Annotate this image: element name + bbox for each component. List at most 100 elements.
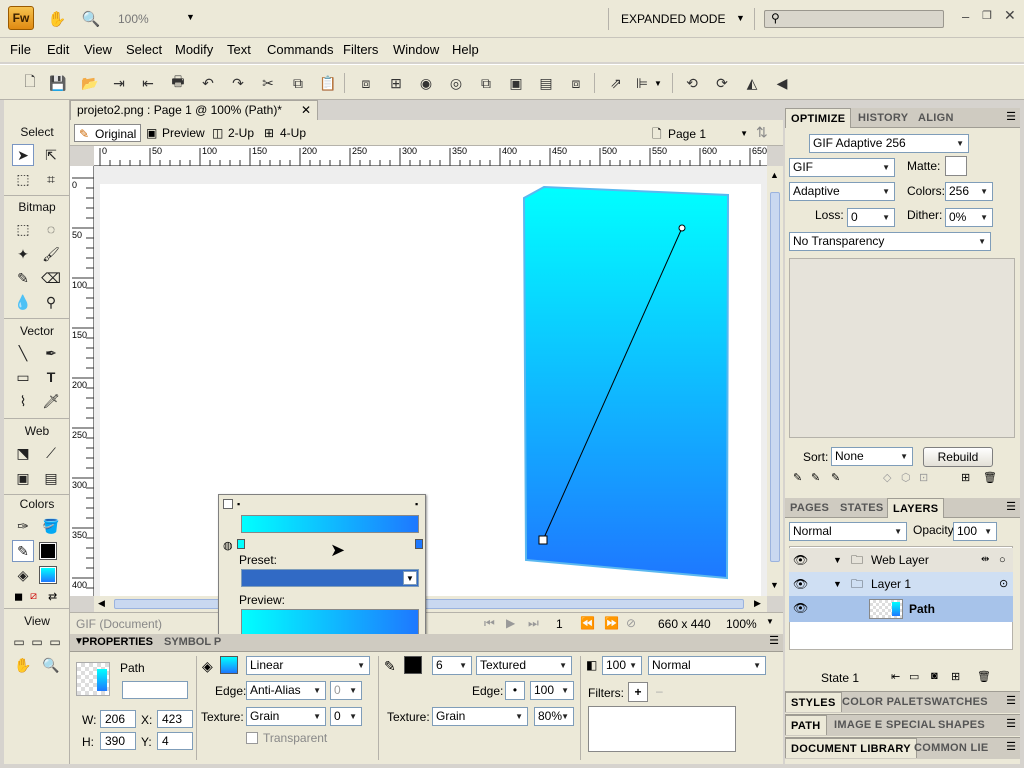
tab-swatches[interactable]: SWATCHES — [919, 692, 993, 712]
tab-states[interactable]: STATES — [835, 498, 889, 518]
menu-select[interactable]: Select — [126, 42, 162, 57]
cut-icon[interactable]: ✂ — [258, 73, 278, 93]
tab-properties[interactable]: PROPERTIES — [82, 636, 153, 648]
canvas-area[interactable] — [94, 166, 767, 596]
fill-color-box[interactable] — [220, 656, 238, 674]
minimize-icon[interactable]: – — [962, 9, 969, 24]
remove-filter-icon[interactable]: – — [656, 684, 663, 698]
eye-icon[interactable]: 👁 — [793, 548, 808, 572]
close-document-icon[interactable]: ✕ — [301, 101, 311, 119]
hotspot-tool-icon[interactable]: ⬔ — [12, 442, 34, 464]
stop-icon[interactable]: ⊘ — [626, 616, 636, 630]
delete-layer-icon[interactable]: 🗑 — [977, 670, 991, 683]
gradient-editor-popup[interactable]: ▪ ▪ ◍ Preset: ▼ Preview: — [218, 494, 426, 650]
view-4up[interactable]: ⊞ 4-Up — [260, 124, 310, 142]
menu-modify[interactable]: Modify — [175, 42, 213, 57]
paste-icon[interactable]: 📋 — [318, 73, 338, 93]
send-back-icon[interactable]: ⧈ — [566, 73, 586, 93]
preset-dropdown[interactable]: ▼ — [241, 569, 419, 587]
text-tool-icon[interactable]: T — [40, 366, 62, 388]
lock-icon[interactable]: ⊡ — [919, 471, 928, 484]
align-dropdown-icon[interactable]: ▼ — [654, 79, 662, 88]
brush-tool-icon[interactable]: 🖌 — [40, 243, 62, 265]
panel-menu-icon[interactable]: ☰ — [1006, 110, 1016, 123]
stroke-type-dropdown[interactable]: Textured — [476, 656, 572, 675]
pointer-tool-icon[interactable]: ➤ — [12, 144, 34, 166]
width-field[interactable]: 206 — [100, 710, 136, 728]
stroke-edge-value[interactable]: 100 — [530, 681, 574, 700]
export-format-dropdown[interactable]: GIF — [789, 158, 895, 177]
stroke-color-box[interactable] — [404, 656, 422, 674]
transparent-icon[interactable]: ✎ — [831, 471, 840, 484]
colors-dropdown[interactable]: 256 — [945, 182, 993, 201]
rotate-ccw-icon[interactable]: ⟲ — [682, 73, 702, 93]
height-field[interactable]: 390 — [100, 732, 136, 750]
fullscreen-icon[interactable]: ▭ — [44, 631, 66, 653]
stroke-pencil-icon[interactable]: ✎ — [384, 658, 396, 675]
color-stop-right[interactable] — [415, 539, 423, 549]
new-icon[interactable]: 🗋 — [20, 73, 40, 93]
tab-special-characters[interactable]: SPECIAL — [881, 715, 941, 735]
stroke-size-dropdown[interactable]: 6 — [432, 656, 472, 675]
transparent-checkbox[interactable] — [246, 732, 258, 744]
state-options-icon[interactable]: ⇤ — [891, 670, 900, 683]
close-icon[interactable]: ✕ — [1004, 7, 1016, 24]
open-icon[interactable]: 📂 — [80, 73, 100, 93]
search-input[interactable]: ⚲ — [764, 10, 944, 28]
page-nav-icon[interactable]: ⇅ — [756, 124, 768, 141]
vertical-scroll-thumb[interactable] — [770, 192, 780, 562]
edit-color-icon[interactable]: ✎ — [793, 471, 802, 484]
fill-bucket-icon[interactable]: ◈ — [12, 564, 34, 586]
layer-blend-dropdown[interactable]: Normal — [789, 522, 907, 541]
knife-tool-icon[interactable]: 🗡 — [40, 390, 62, 412]
horizontal-scroll-thumb[interactable] — [114, 599, 744, 609]
magic-wand-tool-icon[interactable]: ✦ — [12, 243, 34, 265]
zoom-dropdown-icon[interactable]: ▼ — [186, 12, 195, 22]
join-icon[interactable]: ◉ — [416, 73, 436, 93]
show-slices-icon[interactable]: ▤ — [40, 467, 62, 489]
opacity-dropdown[interactable]: 100 — [602, 656, 642, 675]
hand-tool-icon[interactable]: ✋ — [12, 654, 34, 676]
send-backward-icon[interactable]: ▤ — [536, 73, 556, 93]
align-icon[interactable]: ⊫ — [632, 73, 652, 93]
menu-window[interactable]: Window — [393, 42, 439, 57]
scale-tool-icon[interactable]: ⬚ — [12, 168, 34, 190]
restore-icon[interactable]: ❐ — [982, 9, 992, 22]
panel-menu-icon[interactable]: ☰ — [1006, 694, 1016, 707]
menu-edit[interactable]: Edit — [47, 42, 69, 57]
bring-front-icon[interactable]: ⧉ — [476, 73, 496, 93]
print-icon[interactable]: 🖶 — [168, 73, 188, 93]
import-icon[interactable]: ⇥ — [109, 73, 129, 93]
fill-texture-value[interactable]: 0 — [330, 707, 362, 726]
expand-icon[interactable]: ▼ — [833, 572, 842, 596]
vertical-scrollbar[interactable]: ▲ ▼ — [767, 166, 783, 596]
stroke-texture-dropdown[interactable]: Grain — [432, 707, 528, 726]
lasso-tool-icon[interactable]: ◌ — [40, 218, 62, 240]
add-filter-button[interactable]: + — [628, 682, 648, 702]
ungroup-icon[interactable]: ⊞ — [386, 73, 406, 93]
stroke-color-swatch[interactable] — [39, 542, 57, 560]
scroll-up-icon[interactable]: ▲ — [770, 170, 779, 180]
workspace-mode[interactable]: EXPANDED MODE — [621, 12, 725, 26]
eraser-tool-icon[interactable]: ⌫ — [40, 267, 62, 289]
split-icon[interactable]: ◎ — [446, 73, 466, 93]
layer-opacity-field[interactable]: 100 — [953, 522, 997, 541]
menu-file[interactable]: File — [10, 42, 31, 57]
status-zoom-dropdown-icon[interactable]: ▼ — [766, 617, 774, 626]
panel-menu-icon[interactable]: ☰ — [1006, 740, 1016, 753]
menu-view[interactable]: View — [84, 42, 112, 57]
panel-menu-icon[interactable]: ☰ — [1006, 500, 1016, 513]
stroke-color-pencil-icon[interactable]: ✎ — [12, 540, 34, 562]
slice-tool-icon[interactable]: ⟋ — [40, 442, 62, 464]
marquee-tool-icon[interactable]: ⬚ — [12, 218, 34, 240]
fill-bucket-icon[interactable]: ◈ — [202, 658, 213, 675]
tab-optimize[interactable]: OPTIMIZE — [785, 108, 852, 128]
scroll-right-icon[interactable]: ▶ — [754, 598, 761, 609]
view-original[interactable]: ✎ Original — [74, 124, 142, 142]
color-table[interactable] — [789, 258, 1015, 438]
tab-history[interactable]: HISTORY — [853, 108, 913, 128]
fill-edge-value[interactable]: 0 — [330, 681, 362, 700]
optimize-preset-dropdown[interactable]: GIF Adaptive 256 — [809, 134, 969, 153]
view-2up[interactable]: ◫ 2-Up — [208, 124, 258, 142]
undo-icon[interactable]: ↶ — [198, 73, 218, 93]
